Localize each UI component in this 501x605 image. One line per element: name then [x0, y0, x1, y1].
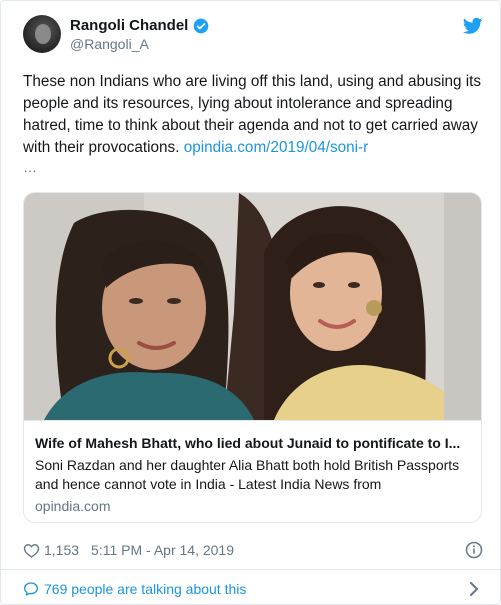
heart-icon[interactable]: [23, 543, 40, 558]
tweet-link[interactable]: opindia.com/2019/04/soni-r: [184, 139, 369, 156]
link-preview-description: Soni Razdan and her daughter Alia Bhatt …: [35, 457, 460, 492]
conversation-link[interactable]: 769 people are talking about this: [23, 579, 483, 599]
display-name[interactable]: Rangoli Chandel: [70, 17, 188, 34]
tweet-meta: 1,153 5:11 PM - Apr 14, 2019: [23, 539, 483, 561]
twitter-bird-icon[interactable]: [463, 17, 483, 35]
link-preview-card[interactable]: Wife of Mahesh Bhatt, who lied about Jun…: [23, 192, 482, 523]
footer-divider: [1, 569, 501, 570]
like-count[interactable]: 1,153: [44, 542, 79, 558]
verified-badge-icon: [194, 18, 209, 33]
link-preview-body[interactable]: Wife of Mahesh Bhatt, who lied about Jun…: [24, 420, 481, 522]
info-icon[interactable]: [465, 541, 483, 559]
user-avatar[interactable]: [23, 15, 61, 53]
tweet-card: Rangoli Chandel @Rangoli_A These non Ind…: [0, 0, 501, 605]
chevron-right-icon[interactable]: [469, 582, 479, 596]
speech-bubble-icon: [24, 582, 38, 596]
tweet-text: These non Indians who are living off thi…: [23, 71, 485, 159]
tweet-ellipsis: …: [23, 159, 37, 175]
name-row: Rangoli Chandel: [70, 17, 209, 34]
link-preview-domain: opindia.com: [35, 498, 111, 514]
link-preview-title: Wife of Mahesh Bhatt, who lied about Jun…: [35, 435, 461, 451]
avatar-face: [35, 24, 51, 44]
timestamp[interactable]: 5:11 PM - Apr 14, 2019: [91, 542, 234, 558]
photo-illustration: [24, 193, 481, 420]
tweet-header: Rangoli Chandel @Rangoli_A: [23, 15, 483, 55]
link-preview-image[interactable]: [24, 193, 481, 420]
user-handle[interactable]: @Rangoli_A: [70, 36, 149, 52]
conversation-count-text[interactable]: 769 people are talking about this: [44, 581, 246, 597]
